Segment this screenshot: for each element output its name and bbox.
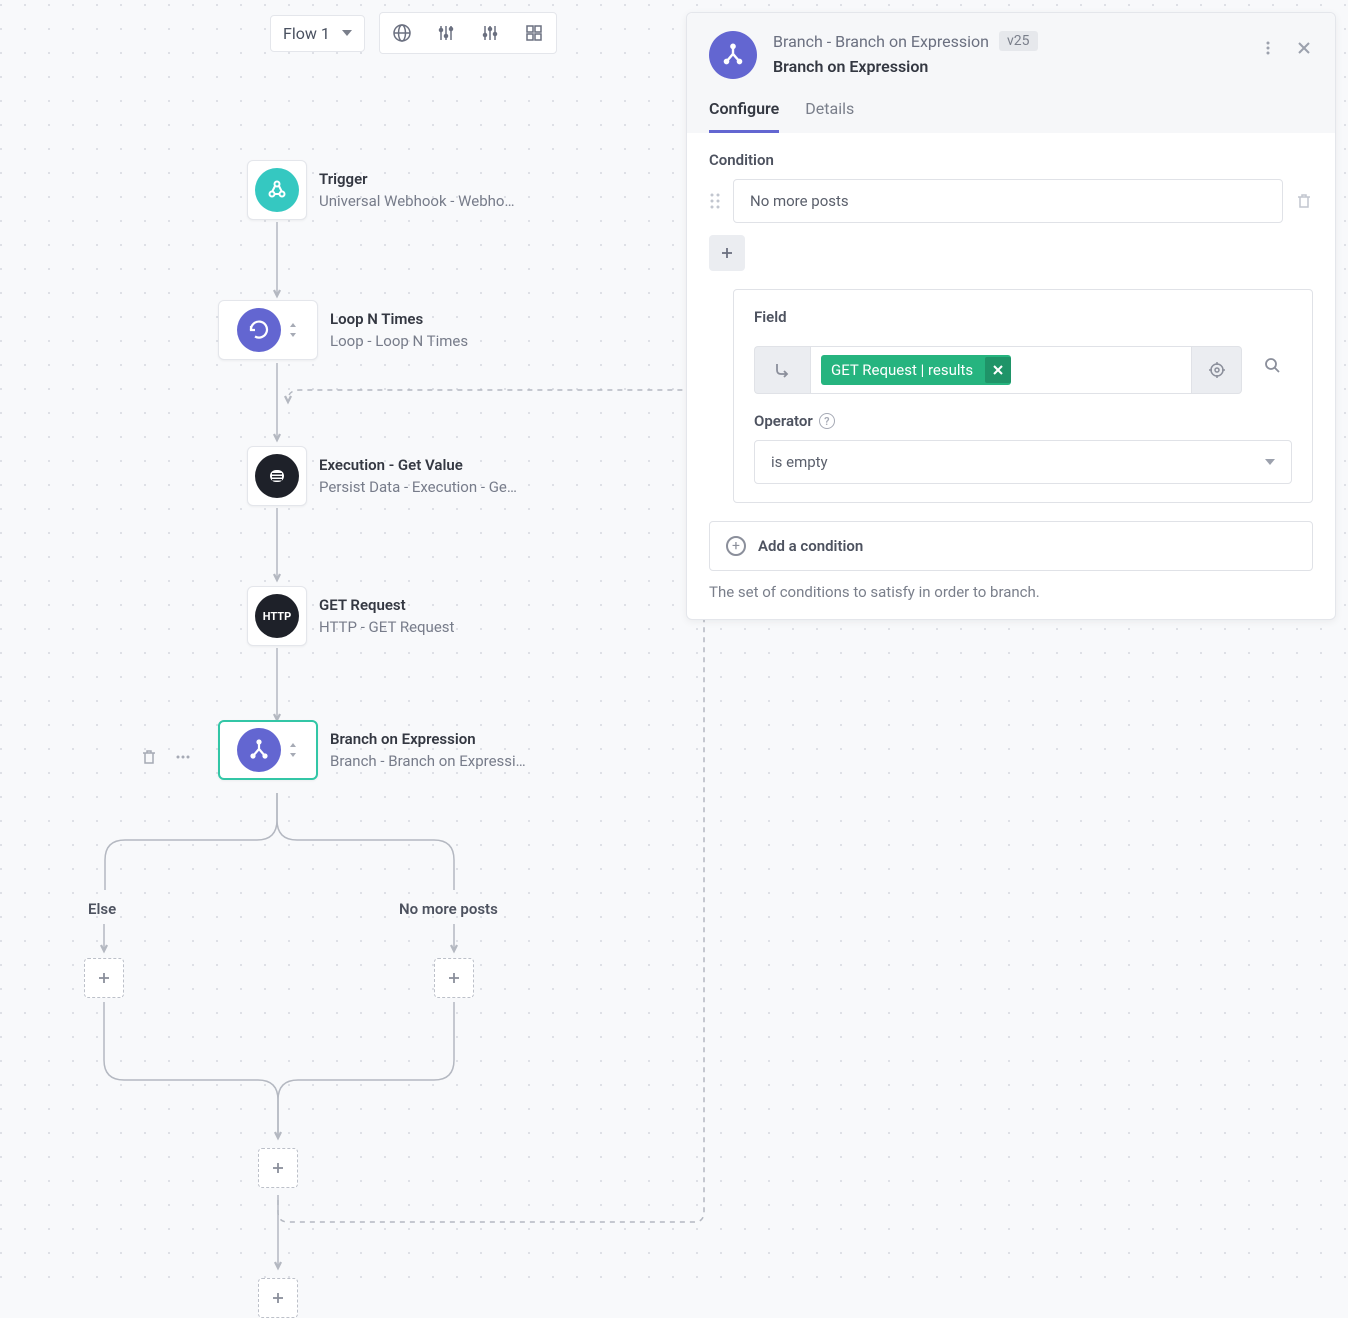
exec-node-box (247, 446, 307, 506)
node-title: Branch on Expression (330, 730, 530, 748)
loop-node-box (218, 300, 318, 360)
webhook-icon (255, 168, 299, 212)
operator-label: Operator (754, 412, 813, 430)
add-step-merge[interactable] (258, 1148, 298, 1188)
flow-selector[interactable]: Flow 1 (270, 15, 365, 52)
field-target-icon[interactable] (1192, 346, 1242, 394)
add-step-nomore[interactable] (434, 958, 474, 998)
branch-icon (237, 728, 281, 772)
panel-header: Branch - Branch on Expression v25 Branch… (687, 13, 1335, 133)
version-badge: v25 (999, 31, 1038, 51)
caret-down-icon (1265, 459, 1275, 465)
field-path-icon[interactable] (754, 346, 810, 394)
drag-handle-icon[interactable] (709, 192, 721, 210)
field-search-icon[interactable] (1252, 336, 1292, 394)
trigger-node[interactable]: Trigger Universal Webhook - Webhook (247, 160, 519, 220)
loop-icon (237, 308, 281, 352)
delete-condition-icon[interactable] (1295, 192, 1313, 210)
branch-node-box (218, 720, 318, 780)
branch-else-label: Else (88, 900, 116, 918)
operator-select[interactable]: is empty (754, 440, 1292, 484)
tool-icon-group (379, 12, 557, 54)
data-icon (255, 454, 299, 498)
get-node-text: GET Request HTTP - GET Request (319, 586, 454, 636)
field-source-chip: GET Request | results (821, 355, 1011, 385)
add-condition-text: Add a condition (758, 537, 863, 555)
toolbar: Flow 1 (270, 12, 557, 54)
node-title: Trigger (319, 170, 519, 188)
get-node[interactable]: HTTP GET Request HTTP - GET Request (247, 586, 454, 646)
help-text: The set of conditions to satisfy in orde… (709, 583, 1313, 601)
node-subtitle: Universal Webhook - Webhook (319, 192, 519, 210)
config-panel: Branch - Branch on Expression v25 Branch… (686, 12, 1336, 620)
branch-node[interactable]: Branch on Expression Branch - Branch on … (218, 720, 530, 780)
field-label: Field (754, 308, 1292, 326)
add-condition-small-button[interactable] (709, 235, 745, 271)
add-step-else[interactable] (84, 958, 124, 998)
sliders-icon-button[interactable] (424, 13, 468, 53)
sliders-alt-icon-button[interactable] (468, 13, 512, 53)
trigger-node-text: Trigger Universal Webhook - Webhook (319, 160, 519, 210)
more-icon[interactable] (174, 748, 192, 766)
add-condition-button[interactable]: + Add a condition (709, 521, 1313, 571)
collapse-icon (287, 738, 299, 762)
field-config-box: Field GET Request | results (733, 289, 1313, 503)
node-title: Execution - Get Value (319, 456, 519, 474)
panel-breadcrumb: Branch - Branch on Expression v25 (773, 31, 1243, 51)
panel-body: Condition No more posts Field (687, 133, 1335, 619)
operator-value: is empty (771, 453, 828, 471)
collapse-icon (287, 318, 299, 342)
node-side-controls (140, 748, 192, 766)
breadcrumb-text: Branch - Branch on Expression (773, 32, 989, 51)
node-subtitle: Persist Data - Execution - Get … (319, 478, 519, 496)
http-icon: HTTP (255, 594, 299, 638)
condition-row: No more posts (709, 179, 1313, 223)
add-step-after-loop[interactable] (258, 1278, 298, 1318)
chip-text: GET Request | results (831, 361, 973, 379)
operator-label-row: Operator ? (754, 412, 1292, 430)
condition-label: Condition (709, 151, 1313, 169)
delete-icon[interactable] (140, 748, 158, 766)
field-value-input[interactable]: GET Request | results (810, 346, 1192, 394)
grid-icon-button[interactable] (512, 13, 556, 53)
help-icon[interactable]: ? (819, 413, 835, 429)
exec-node-text: Execution - Get Value Persist Data - Exe… (319, 446, 519, 496)
branch-icon (709, 31, 757, 79)
node-subtitle: Loop - Loop N Times (330, 332, 468, 350)
get-node-box: HTTP (247, 586, 307, 646)
tab-configure[interactable]: Configure (709, 99, 779, 133)
chevron-down-icon (342, 30, 352, 36)
more-icon[interactable] (1259, 39, 1277, 57)
chip-remove-icon[interactable] (985, 357, 1011, 383)
condition-name-input[interactable]: No more posts (733, 179, 1283, 223)
tab-details[interactable]: Details (805, 99, 854, 133)
loop-node-text: Loop N Times Loop - Loop N Times (330, 300, 468, 350)
plus-circle-icon: + (726, 536, 746, 556)
node-title: GET Request (319, 596, 454, 614)
node-subtitle: HTTP - GET Request (319, 618, 454, 636)
node-subtitle: Branch - Branch on Expression (330, 752, 530, 770)
node-title: Loop N Times (330, 310, 468, 328)
branch-nomore-label: No more posts (399, 900, 498, 918)
panel-tabs: Configure Details (709, 99, 1313, 133)
panel-title: Branch on Expression (773, 57, 1243, 76)
branch-node-text: Branch on Expression Branch - Branch on … (330, 720, 530, 770)
close-icon[interactable] (1295, 39, 1313, 57)
globe-icon-button[interactable] (380, 13, 424, 53)
flow-label: Flow 1 (283, 24, 330, 43)
trigger-node-box (247, 160, 307, 220)
loop-node[interactable]: Loop N Times Loop - Loop N Times (218, 300, 468, 360)
exec-node[interactable]: Execution - Get Value Persist Data - Exe… (247, 446, 519, 506)
